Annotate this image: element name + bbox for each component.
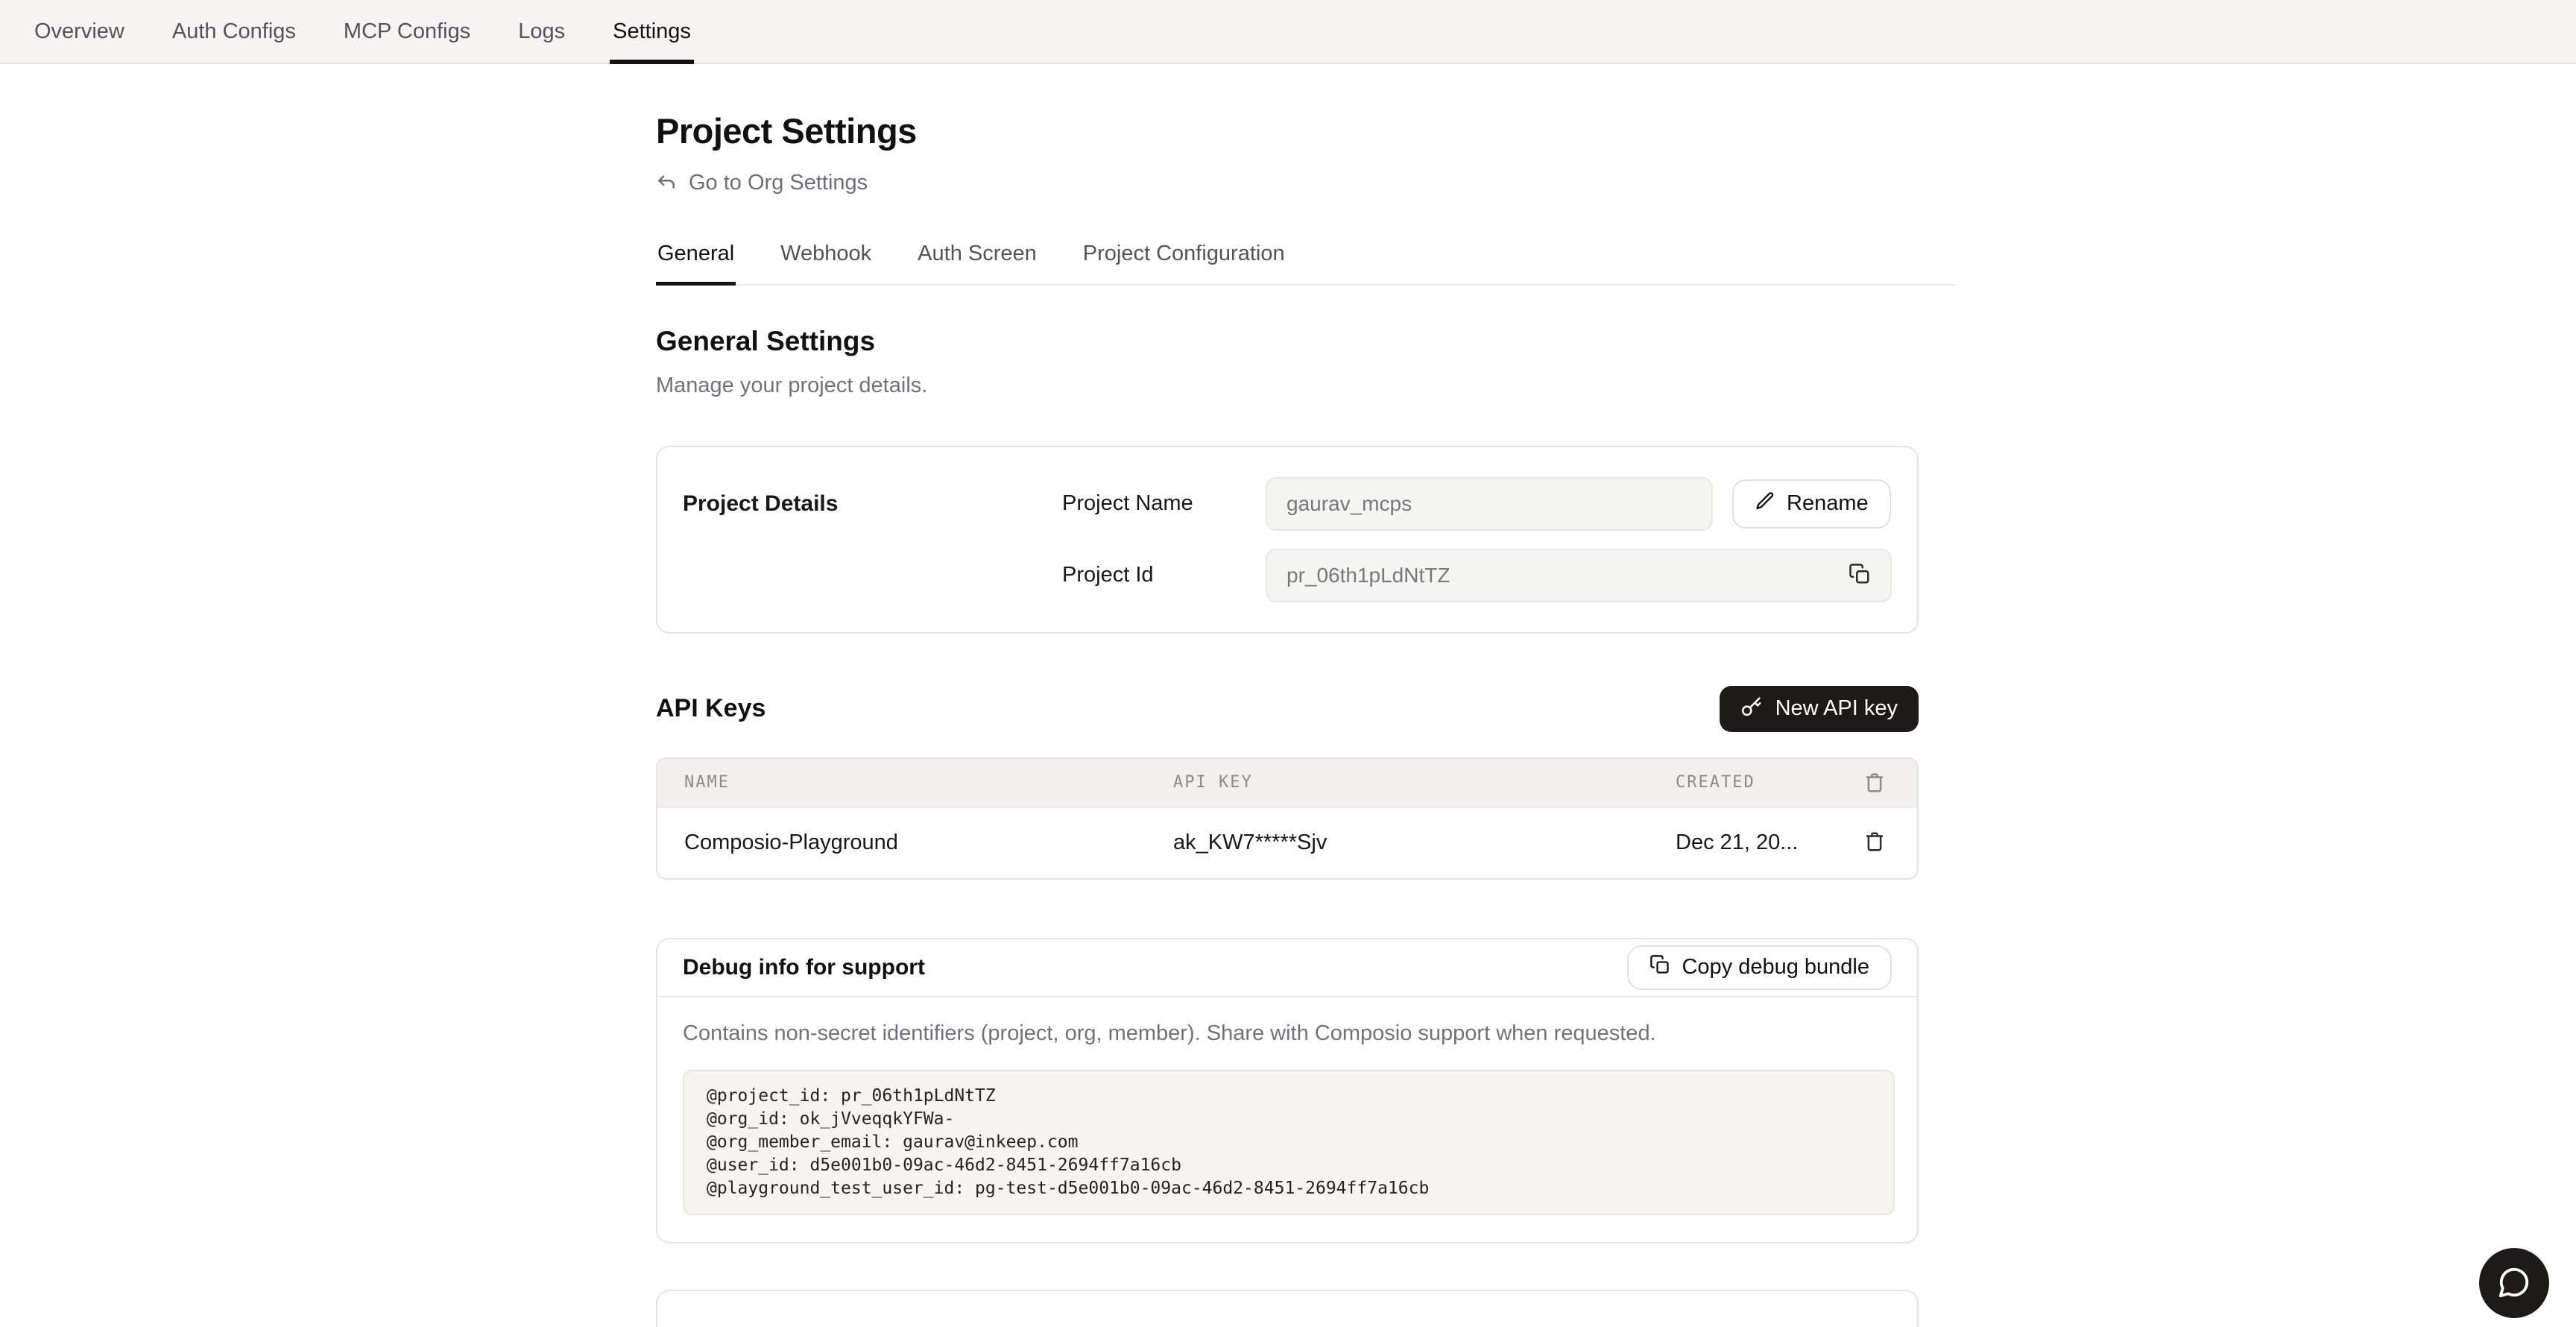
code-line: @org_id: ok_jVveqqkYFWa- [707,1108,1871,1131]
trash-icon [1863,830,1886,855]
delete-api-key-button[interactable] [1863,830,1886,855]
api-key-name-cell: Composio-Playground [657,830,1173,855]
debug-info-card: Debug info for support Copy debug bundle… [656,938,1919,1244]
copy-icon [1650,954,1670,981]
debug-info-title: Debug info for support [683,955,925,980]
new-api-key-label: New API key [1775,696,1898,721]
rename-button[interactable]: Rename [1732,479,1891,529]
debug-code-block: @project_id: pr_06th1pLdNtTZ@org_id: ok_… [683,1070,1895,1215]
chat-support-button[interactable] [2479,1248,2549,1318]
project-details-card: Project Details Project Name gaurav_mcps… [656,446,1919,634]
column-header-created: CREATED [1676,773,1863,792]
project-id-label: Project Id [1062,563,1266,587]
api-keys-heading: API Keys [656,694,765,723]
project-id-value: pr_06th1pLdNtTZ [1287,564,1450,587]
page-title: Project Settings [656,110,1955,151]
nav-item-overview[interactable]: Overview [31,0,127,63]
code-line: @user_id: d5e001b0-09ac-46d2-8451-2694ff… [707,1154,1871,1177]
tab-webhook[interactable]: Webhook [779,242,873,284]
debug-description: Contains non-secret identifiers (project… [683,1021,1892,1046]
new-api-key-button[interactable]: New API key [1720,686,1919,732]
copy-debug-bundle-button[interactable]: Copy debug bundle [1627,945,1892,990]
settings-tabs: General Webhook Auth Screen Project Conf… [656,242,1955,286]
pencil-icon [1755,491,1775,517]
code-line: @org_member_email: gaurav@inkeep.com [707,1131,1871,1154]
top-nav: Overview Auth Configs MCP Configs Logs S… [0,0,2576,64]
general-settings-heading: General Settings [656,326,1955,357]
trash-icon [1863,772,1917,794]
key-icon [1740,695,1763,723]
project-details-title: Project Details [683,477,1062,602]
copy-debug-bundle-label: Copy debug bundle [1682,955,1869,980]
code-line: @project_id: pr_06th1pLdNtTZ [707,1085,1871,1108]
settings-page: Project Settings Go to Org Settings Gene… [656,110,1955,1327]
api-key-value-cell: ak_KW7*****Sjv [1173,830,1676,855]
go-to-org-settings-label: Go to Org Settings [689,171,868,195]
tab-general[interactable]: General [656,242,736,284]
tab-auth-screen[interactable]: Auth Screen [916,242,1038,284]
corner-up-left-icon [656,172,678,195]
nav-item-logs[interactable]: Logs [515,0,568,63]
go-to-org-settings-link[interactable]: Go to Org Settings [656,171,868,195]
project-name-value: gaurav_mcps [1287,492,1412,516]
column-header-api-key: API KEY [1173,773,1676,792]
tab-project-configuration[interactable]: Project Configuration [1082,242,1287,284]
next-section-card [656,1290,1919,1327]
api-key-created-cell: Dec 21, 20... [1676,830,1863,855]
rename-label: Rename [1787,491,1869,516]
copy-project-id-button[interactable] [1849,563,1871,587]
chat-bubble-icon [2497,1265,2531,1302]
project-id-field: pr_06th1pLdNtTZ [1266,549,1892,602]
table-row: Composio-Playground ak_KW7*****Sjv Dec 2… [657,807,1917,878]
column-header-name: NAME [657,773,1173,792]
api-keys-table: NAME API KEY CREATED Composio-Playground… [656,757,1919,880]
api-keys-table-header: NAME API KEY CREATED [657,759,1917,807]
code-line: @playground_test_user_id: pg-test-d5e001… [707,1177,1871,1200]
copy-icon [1849,563,1871,587]
project-name-label: Project Name [1062,491,1266,516]
nav-item-mcp-configs[interactable]: MCP Configs [341,0,473,63]
nav-item-auth-configs[interactable]: Auth Configs [169,0,299,63]
general-settings-subtitle: Manage your project details. [656,373,1955,398]
project-name-field[interactable]: gaurav_mcps [1266,477,1713,531]
nav-item-settings[interactable]: Settings [610,0,694,63]
